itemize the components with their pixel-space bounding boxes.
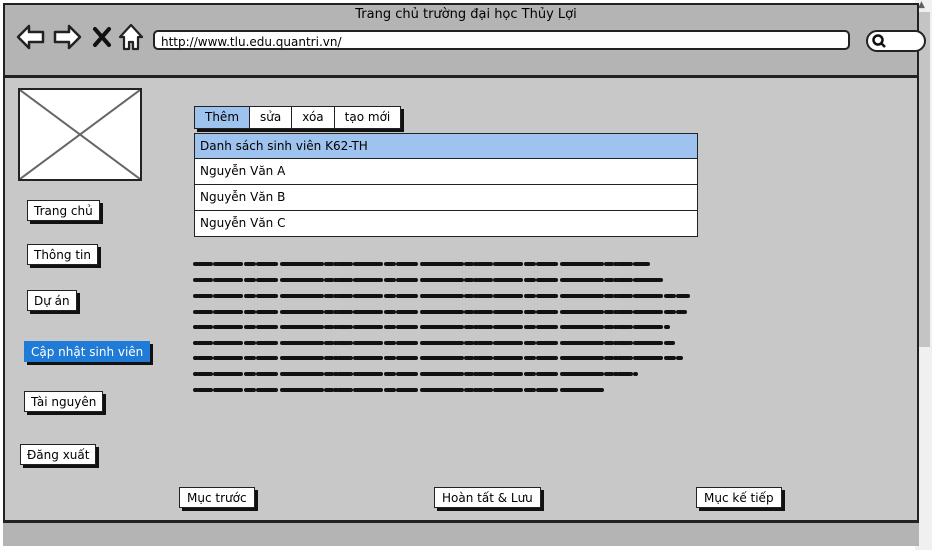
search-box[interactable] (866, 30, 926, 52)
back-arrow-icon[interactable] (16, 22, 46, 52)
tab-sua[interactable]: sửa (250, 107, 293, 128)
list-item[interactable]: Nguyễn Văn B (194, 185, 698, 211)
address-bar[interactable]: http://www.tlu.edu.quantri.vn/ (153, 30, 850, 50)
placeholder-text-block (193, 262, 690, 392)
sidebar-item-du-an[interactable]: Dự án (27, 290, 77, 311)
window-title: Trang chủ trường đại học Thủy Lợi (355, 7, 577, 22)
home-icon[interactable] (118, 22, 144, 52)
close-icon[interactable] (92, 22, 112, 52)
tab-xoa[interactable]: xóa (292, 107, 335, 128)
previous-button[interactable]: Mục trước (179, 487, 255, 508)
list-item[interactable]: Nguyễn Văn A (194, 159, 698, 185)
sidebar-item-thong-tin[interactable]: Thông tin (27, 244, 98, 265)
status-bar (3, 520, 919, 546)
sidebar-item-tai-nguyen[interactable]: Tài nguyên (24, 391, 104, 412)
image-placeholder-icon (19, 89, 141, 180)
tab-them[interactable]: Thêm (195, 107, 251, 128)
sidebar-item-dang-xuat[interactable]: Đăng xuất (20, 444, 97, 465)
sidebar-item-trang-chu[interactable]: Trang chủ (27, 200, 100, 221)
search-icon[interactable] (871, 32, 889, 50)
sidebar-item-cap-nhat-sinh-vien[interactable]: Cập nhật sinh viên (24, 341, 151, 362)
forward-arrow-icon[interactable] (52, 22, 82, 52)
tab-tao-moi[interactable]: tạo mới (335, 107, 401, 128)
next-button[interactable]: Mục kế tiếp (696, 487, 782, 508)
action-tabs: Thêm sửa xóa tạo mới (194, 106, 402, 129)
finish-save-button[interactable]: Hoàn tất & Lưu (434, 487, 541, 508)
list-item[interactable]: Nguyễn Văn C (194, 211, 698, 237)
list-header: Danh sách sinh viên K62-TH (194, 133, 698, 159)
student-list: Danh sách sinh viên K62-TH Nguyễn Văn A … (194, 133, 698, 237)
image-placeholder (18, 88, 142, 181)
